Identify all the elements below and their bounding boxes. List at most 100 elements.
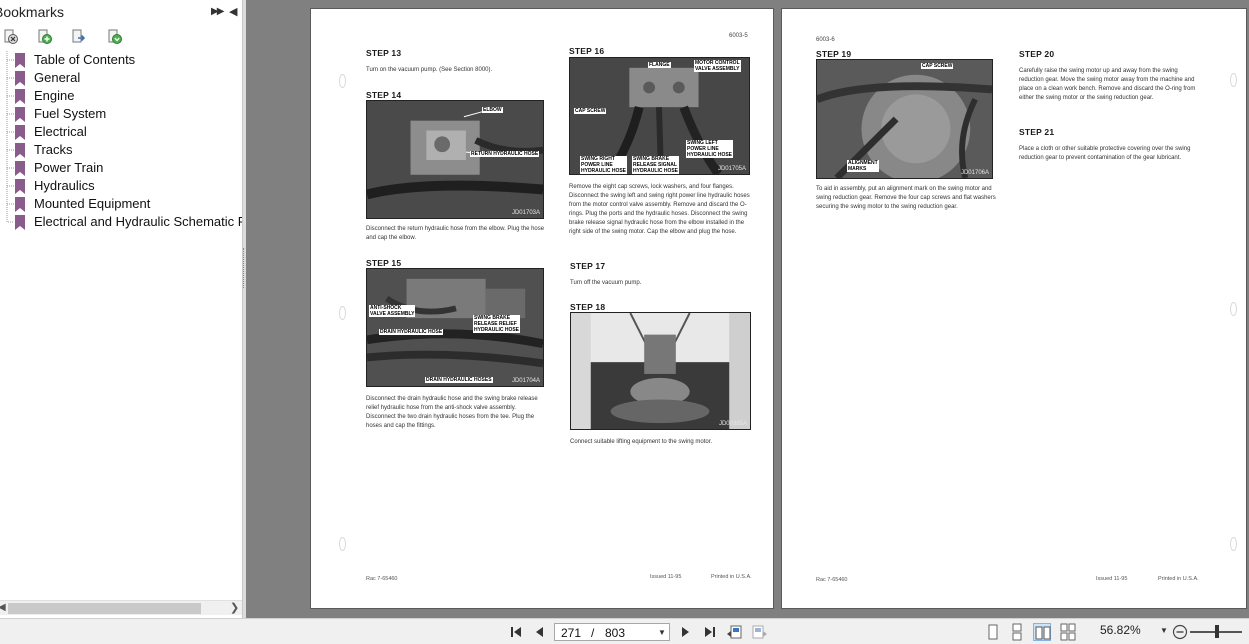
bookmark-mounted-equipment[interactable]: Mounted Equipment <box>0 195 242 213</box>
tree-branch-icon <box>6 69 14 87</box>
step-17-text: Turn off the vacuum pump. <box>570 280 642 286</box>
first-page-icon[interactable] <box>508 623 526 641</box>
bookmark-icon <box>15 89 25 104</box>
step-17-title: STEP 17 <box>570 261 606 271</box>
bookmark-schematic-fold[interactable]: Electrical and Hydraulic Schematic Fold <box>0 213 243 231</box>
bookmark-power-train[interactable]: Power Train <box>0 159 242 177</box>
delete-bookmark-icon[interactable] <box>2 28 20 46</box>
bookmark-hydraulics[interactable]: Hydraulics <box>0 177 242 195</box>
callout-drain-hydraulic-hoses: DRAIN HYDRAULIC HOSES <box>425 377 493 383</box>
bookmark-icon <box>15 107 25 122</box>
tree-branch-icon <box>6 87 14 105</box>
punch-hole <box>1230 302 1237 316</box>
pdf-page-right: 6003-6 STEP 19 CAP SCREW ALIGNMENT MARKS… <box>781 8 1247 609</box>
step-19-text: To aid in assembly, put an alignment mar… <box>816 186 996 210</box>
bookmark-label: Tracks <box>34 142 73 157</box>
step-14-text: Disconnect the return hydraulic hose fro… <box>366 226 545 241</box>
callout-cap-screw: CAP SCREW <box>574 108 607 114</box>
page-number-field[interactable]: 271 / 803 ▼ <box>554 623 670 641</box>
callout-swing-right-hose: SWING RIGHT POWER LINE HYDRAULIC HOSE <box>580 156 628 174</box>
bookmark-label: Fuel System <box>34 106 107 121</box>
punch-hole <box>1230 73 1237 87</box>
step-13-text: Turn on the vacuum pump. (See Section 80… <box>366 67 493 73</box>
bookmark-icon <box>15 197 25 212</box>
page-footer-printed: Printed in U.S.A. <box>711 574 752 580</box>
add-bookmark-icon[interactable] <box>36 28 54 46</box>
photo-illustration <box>817 60 992 178</box>
bookmark-label: Electrical <box>34 124 87 139</box>
go-to-bookmark-icon[interactable] <box>70 28 88 46</box>
step-18-title: STEP 18 <box>570 302 606 312</box>
step-21-text: Place a cloth or other suitable protecti… <box>1019 146 1191 161</box>
photo-id: JD00385A <box>718 421 747 427</box>
bookmarks-header: Bookmarks ▶▶ ◀ <box>0 0 242 24</box>
page-number: 6003-6 <box>816 37 835 43</box>
step-19-title: STEP 19 <box>816 49 852 59</box>
current-page[interactable]: 271 <box>561 626 581 640</box>
chevron-down-icon[interactable]: ▼ <box>658 628 666 637</box>
panel-options-icon[interactable]: ▶▶ <box>211 6 224 17</box>
bookmark-label: Engine <box>34 88 75 103</box>
tree-branch-icon <box>6 213 14 223</box>
continuous-view-icon[interactable] <box>1008 623 1026 641</box>
chevron-down-icon[interactable]: ▼ <box>1160 626 1168 635</box>
step-15-photo: ANTI-SHOCK VALVE ASSEMBLY SWING BRAKE RE… <box>366 268 544 387</box>
bookmark-label: Hydraulics <box>34 178 95 193</box>
bookmark-electrical[interactable]: Electrical <box>0 123 242 141</box>
page-footer-ref: Rac 7-65460 <box>366 576 398 582</box>
bookmark-label: Power Train <box>34 160 104 175</box>
continuous-facing-view-icon[interactable] <box>1059 623 1077 641</box>
punch-hole <box>1230 537 1237 551</box>
document-viewer[interactable]: 6003-5 STEP 13 Turn on the vacuum pump. … <box>246 0 1249 618</box>
photo-illustration <box>571 313 750 429</box>
tree-branch-icon <box>6 123 14 141</box>
facing-pages-view-icon[interactable] <box>1033 623 1051 641</box>
bookmark-engine[interactable]: Engine <box>0 87 242 105</box>
step-18-text: Connect suitable lifting equipment to th… <box>570 439 713 445</box>
callout-drain-hydraulic-hose: DRAIN HYDRAULIC HOSE <box>379 329 444 335</box>
page-footer-ref: Rac 7-65460 <box>816 577 848 583</box>
punch-hole <box>339 74 346 88</box>
scroll-left-icon[interactable]: ◀ <box>0 602 6 613</box>
photo-illustration <box>367 101 543 218</box>
step-20-title: STEP 20 <box>1019 49 1055 59</box>
zoom-out-icon[interactable] <box>1171 623 1189 641</box>
bookmark-general[interactable]: General <box>0 69 242 87</box>
pdf-page-left: 6003-5 STEP 13 Turn on the vacuum pump. … <box>310 8 774 609</box>
bookmark-icon <box>15 125 25 140</box>
last-page-icon[interactable] <box>700 623 718 641</box>
callout-swing-brake-signal-hose: SWING BRAKE RELEASE SIGNAL HYDRAULIC HOS… <box>632 156 680 174</box>
bookmark-label: Mounted Equipment <box>34 196 151 211</box>
bookmark-label: Table of Contents <box>34 52 136 67</box>
scroll-right-icon[interactable]: ❯ <box>230 601 239 614</box>
zoom-level[interactable]: 56.82% <box>1100 623 1141 637</box>
bookmarks-horizontal-scrollbar[interactable]: ◀ ❯ <box>0 600 242 615</box>
expand-bookmark-icon[interactable] <box>106 28 124 46</box>
step-20-text: Carefully raise the swing motor up and a… <box>1019 68 1196 101</box>
step-14-title: STEP 14 <box>366 90 402 100</box>
step-15-text: Disconnect the drain hydraulic hose and … <box>366 396 538 429</box>
next-view-icon[interactable] <box>751 623 769 641</box>
bookmarks-title: Bookmarks <box>0 4 65 20</box>
bookmark-tracks[interactable]: Tracks <box>0 141 242 159</box>
step-16-title: STEP 16 <box>569 46 605 56</box>
page-separator: / <box>591 626 595 640</box>
single-page-view-icon[interactable] <box>984 623 1002 641</box>
callout-alignment-marks: ALIGNMENT MARKS <box>847 160 879 172</box>
bookmark-icon <box>15 71 25 86</box>
scrollbar-thumb[interactable] <box>8 603 201 614</box>
bookmark-table-of-contents[interactable]: Table of Contents <box>0 51 242 69</box>
previous-page-icon[interactable] <box>531 623 549 641</box>
tree-branch-icon <box>6 105 14 123</box>
bookmark-fuel-system[interactable]: Fuel System <box>0 105 242 123</box>
punch-hole <box>339 306 346 320</box>
next-page-icon[interactable] <box>676 623 694 641</box>
bookmark-icon <box>15 215 25 230</box>
callout-return-hydraulic-hose: RETURN HYDRAULIC HOSE <box>470 151 540 157</box>
previous-view-icon[interactable] <box>725 623 743 641</box>
callout-motor-control-valve: MOTOR CONTROL VALVE ASSEMBLY <box>694 60 741 72</box>
bookmarks-panel: Bookmarks ▶▶ ◀ Table of Contents General <box>0 0 243 618</box>
bookmark-label: Electrical and Hydraulic Schematic Fold <box>34 214 243 229</box>
zoom-slider-thumb[interactable] <box>1215 625 1219 638</box>
hide-panel-icon[interactable]: ◀ <box>229 5 237 18</box>
